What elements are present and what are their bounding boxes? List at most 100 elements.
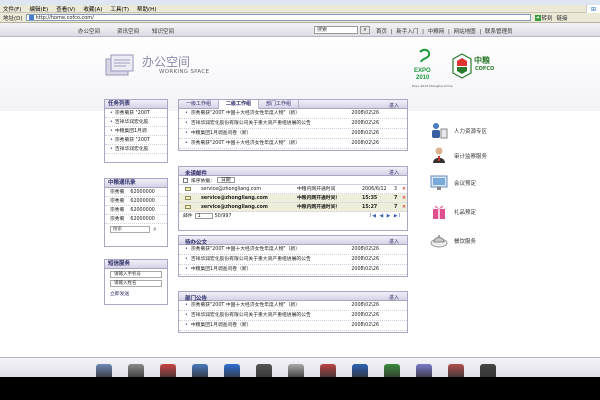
contact-name: 宗秀菊 xyxy=(110,217,125,222)
item-title: 吉祥华润宏化胶份有限公司关于重大资产重组进展的公告 xyxy=(190,257,311,262)
workgroup-enter-link[interactable]: 进入 xyxy=(389,102,399,109)
task-text: 宗秀菊获 "200T xyxy=(114,111,150,116)
delete-icon[interactable]: × xyxy=(402,194,406,203)
list-item[interactable]: • 中粮集团1月调查问卷（新） 2008\02\26 xyxy=(179,321,407,331)
phonebook-row[interactable]: 宗秀菊 62000000 xyxy=(105,197,167,206)
service-dining[interactable]: 餐饮服务 xyxy=(430,229,510,251)
mail-time: 15:27 xyxy=(362,205,378,210)
separator: | xyxy=(448,29,450,35)
mail-subject: 中粮内网开通时间 xyxy=(297,187,336,192)
list-item[interactable]: • 宗秀菊获"200T 中国十大经济女性年度人物"（新） 2008\02\26 xyxy=(179,109,407,119)
item-date: 2008\02\26 xyxy=(351,131,379,136)
sms-name-input[interactable]: 请输入姓名 xyxy=(110,280,162,287)
menu-favorites[interactable]: 收藏(A) xyxy=(83,5,102,13)
top-search-input[interactable]: 搜索 xyxy=(314,26,358,34)
phonebook-row[interactable]: 宗秀菊 62000000 xyxy=(105,215,167,224)
task-item[interactable]: • 中粮集团1月调 xyxy=(105,127,167,136)
docs-enter-link[interactable]: 进入 xyxy=(389,238,399,245)
nav-info-space[interactable]: 资讯空间 xyxy=(117,27,139,35)
contact-admin-link[interactable]: 联系管理员 xyxy=(485,29,513,35)
tab-dept-group[interactable]: 部门工作组 xyxy=(259,100,300,109)
address-input[interactable]: http://home.cofco.com/ xyxy=(25,14,531,21)
item-date: 2008\02\26 xyxy=(351,323,379,328)
mail-from: service@zhongliang.com xyxy=(201,187,262,192)
list-item[interactable]: • 宗秀菊获"200T 中国十大经济女性年度人物"（新） 2008\02\26 xyxy=(179,301,407,311)
dept-announcements-panel: 部门公告 进入 • 宗秀菊获"200T 中国十大经济女性年度人物"（新） 2008\… xyxy=(178,291,408,333)
search-icon[interactable]: ⌕ xyxy=(360,26,370,34)
contact-name: 宗秀菊 xyxy=(110,199,125,204)
task-text: 中粮集团1月调 xyxy=(114,129,147,134)
pager-nav-icons[interactable]: I◀ ◀ ▶ ▶I xyxy=(370,212,401,222)
address-url: http://home.cofco.com/ xyxy=(35,14,94,21)
service-audit[interactable]: 审计监察服务 xyxy=(430,144,510,166)
workgroup-panel: 一级工作组 二级工作组 部门工作组 进入 • 宗秀菊获"200T 中国十大经济女性… xyxy=(178,99,408,151)
delete-icon[interactable]: × xyxy=(402,203,406,212)
address-label: 地址(D) xyxy=(3,15,23,22)
tab-level2-group[interactable]: 二级工作组 xyxy=(219,100,260,109)
page-input[interactable]: 1 xyxy=(194,212,213,219)
phonebook-search-input[interactable]: 搜索 xyxy=(110,226,150,233)
sort-select[interactable]: 日期 xyxy=(217,177,235,183)
tab-level1-group[interactable]: 一级工作组 xyxy=(179,100,220,109)
task-item[interactable]: • 宗秀菊获 "200T xyxy=(105,136,167,145)
menu-tools[interactable]: 工具(T) xyxy=(110,5,129,13)
meeting-icon xyxy=(430,175,448,190)
list-item[interactable]: • 吉祥华润宏化胶份有限公司关于重大资产重组进展的公告 2008\02\26 xyxy=(179,311,407,321)
service-label: 礼品预定 xyxy=(454,210,477,216)
home-link[interactable]: 首页 xyxy=(376,29,387,35)
service-meeting[interactable]: 会议预定 xyxy=(430,171,510,193)
guide-link[interactable]: 新手入门 xyxy=(396,29,418,35)
search-icon[interactable]: ⌕ xyxy=(153,225,157,234)
list-item[interactable]: • 中粮集团1月调查问卷（新） 2008\02\26 xyxy=(179,265,407,275)
mail-row[interactable]: service@zhongliang.com 中粮内网开通时间！ 15:27 7… xyxy=(179,203,407,212)
mail-enter-link[interactable]: 进入 xyxy=(389,169,399,176)
unread-mail-panel: 未读邮件 进入 排序依据： 日期 service@zhongliang.com … xyxy=(178,166,408,231)
list-item[interactable]: • 吉祥华润宏化胶份有限公司关于重大资产重组进展的公告 2008\02\26 xyxy=(179,255,407,265)
item-date: 2008\02\26 xyxy=(351,247,379,252)
go-arrow-icon: ➜ xyxy=(534,14,541,21)
list-item[interactable]: • 宗秀菊获"200T 中国十大经济女性年度人物"（新） 2008\02\26 xyxy=(179,139,407,149)
go-button[interactable]: ➜ 转到 xyxy=(534,14,553,22)
task-item[interactable]: • 吉祥华润宏化胶 xyxy=(105,145,167,154)
mail-subject: 中粮内网开通时间！ xyxy=(297,205,341,210)
sitemap-link[interactable]: 网站地图 xyxy=(454,29,476,35)
dept-enter-link[interactable]: 进入 xyxy=(389,294,399,301)
list-item[interactable]: • 中粮集团1月调查问卷（新） 2008\02\26 xyxy=(179,129,407,139)
menu-view[interactable]: 查看(V) xyxy=(56,5,75,13)
task-item[interactable]: • 宗秀菊获 "200T xyxy=(105,109,167,118)
phonebook-row[interactable]: 宗秀菊 62000000 xyxy=(105,206,167,215)
mail-toolbar: 排序依据： 日期 xyxy=(179,176,407,185)
task-text: 吉祥华润宏化胶 xyxy=(114,147,149,152)
mail-size: 3 xyxy=(394,187,398,192)
menu-help[interactable]: 帮助(H) xyxy=(137,5,156,13)
cofco-link[interactable]: 中粮网 xyxy=(428,29,445,35)
item-title: 吉祥华润宏化胶份有限公司关于重大资产重组进展的公告 xyxy=(190,313,311,318)
service-label: 人力资源专区 xyxy=(454,129,488,135)
list-item[interactable]: • 吉祥华润宏化胶份有限公司关于重大资产重组进展的公告 2008\02\26 xyxy=(179,119,407,129)
item-date: 2008\02\26 xyxy=(351,141,379,146)
mail-row[interactable]: service@zhongliang.com 中粮内网开通时间 2006/6/1… xyxy=(179,185,407,194)
go-label: 转到 xyxy=(541,15,553,22)
mail-row[interactable]: service@zhongliang.com 中粮内网开通时间！ 15:35 7… xyxy=(179,194,407,203)
links-button[interactable]: 链接 xyxy=(557,14,568,22)
nav-knowledge-space[interactable]: 知识空间 xyxy=(152,27,174,35)
service-label: 餐饮服务 xyxy=(454,239,477,245)
delete-icon[interactable]: × xyxy=(402,185,406,194)
page-title: 办公空间 xyxy=(142,55,191,69)
contact-name: 宗秀菊 xyxy=(110,190,125,195)
svg-text:EXPO: EXPO xyxy=(414,68,431,74)
item-title: 宗秀菊获"200T 中国十大经济女性年度人物"（新） xyxy=(190,303,301,308)
service-gift[interactable]: 礼品预定 xyxy=(430,200,510,222)
sms-send-link[interactable]: 立即发送 xyxy=(105,287,167,297)
list-item[interactable]: • 宗秀菊获"200T 中国十大经济女性年度人物"（新） 2008\02\26 xyxy=(179,245,407,255)
sms-phone-input[interactable]: 请输入手机号 xyxy=(110,271,162,278)
menu-edit[interactable]: 编辑(E) xyxy=(29,5,48,13)
nav-office-space[interactable]: 办公空间 xyxy=(78,27,100,35)
item-date: 2008\02\26 xyxy=(351,303,379,308)
service-hr[interactable]: 人力资源专区 xyxy=(430,119,510,141)
phonebook-row[interactable]: 宗秀菊 62000000 xyxy=(105,188,167,197)
menu-file[interactable]: 文件(F) xyxy=(3,5,21,13)
select-all-checkbox[interactable] xyxy=(183,177,188,183)
task-item[interactable]: • 吉祥华润宏化胶 xyxy=(105,118,167,127)
top-navigation: 办公空间 资讯空间 知识空间 搜索 ⌕ 首页 | 新手入门 | 中粮网 | 网站… xyxy=(0,23,600,37)
